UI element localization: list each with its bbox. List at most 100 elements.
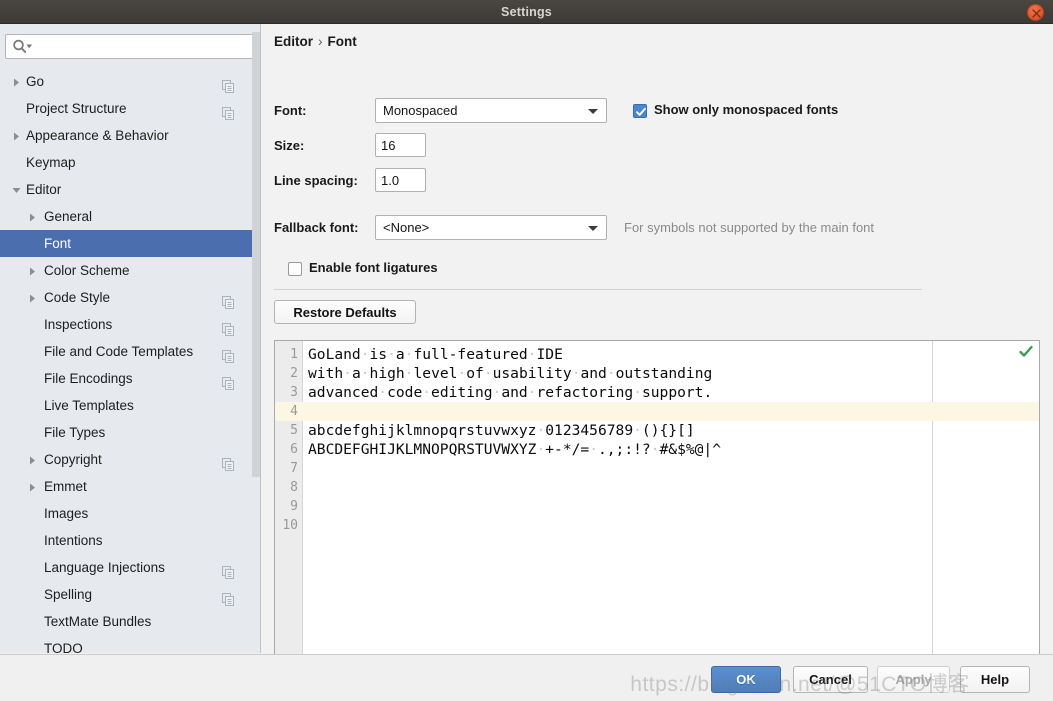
fallback-font-label: Fallback font: — [274, 220, 359, 235]
chevron-right-icon[interactable] — [24, 473, 40, 500]
chevron-right-icon[interactable] — [24, 257, 40, 284]
sidebar-item-label: Keymap — [26, 155, 76, 170]
sidebar-item-spelling[interactable]: Spelling — [0, 581, 253, 608]
chevron-right-icon[interactable] — [24, 446, 40, 473]
sidebar-item-images[interactable]: Images — [0, 500, 253, 527]
chevron-right-icon[interactable] — [24, 284, 40, 311]
font-preview-editor[interactable]: 1 2 3 4 5 6 7 8 9 10 GoLand · is · a · full-featured… — [274, 340, 1040, 668]
line-number: 1 — [290, 347, 298, 362]
module-copy-icon — [222, 372, 235, 390]
caret-row-highlight — [304, 402, 1039, 421]
sidebar-item-label: Color Scheme — [44, 263, 130, 278]
sidebar-item-copyright[interactable]: Copyright — [0, 446, 253, 473]
right-margin-line — [932, 341, 933, 667]
sidebar-item-intentions[interactable]: Intentions — [0, 527, 253, 554]
line-number: 7 — [290, 461, 298, 476]
sidebar-item-label: Copyright — [44, 452, 102, 467]
window-title: Settings — [501, 5, 552, 19]
sidebar-item-color-scheme[interactable]: Color Scheme — [0, 257, 253, 284]
sidebar-item-label: Editor — [26, 182, 62, 197]
editor-code-area[interactable]: GoLand · is · a · full-featured · IDE with · a… — [304, 341, 1039, 667]
sidebar-item-inspections[interactable]: Inspections — [0, 311, 253, 338]
line-number: 4 — [290, 404, 298, 419]
fallback-font-hint: For symbols not supported by the main fo… — [624, 220, 875, 235]
sidebar-scrollbar-thumb[interactable] — [252, 32, 260, 477]
sidebar-item-label: Font — [44, 236, 72, 251]
sidebar-scrollbar-track[interactable] — [252, 24, 260, 653]
sidebar-item-file-and-code-templates[interactable]: File and Code Templates — [0, 338, 253, 365]
sidebar-item-label: Images — [44, 506, 89, 521]
sidebar-item-label: Emmet — [44, 479, 87, 494]
restore-defaults-button[interactable]: Restore Defaults — [274, 300, 416, 324]
sidebar-item-label: Inspections — [44, 317, 113, 332]
sidebar-item-editor[interactable]: Editor — [0, 176, 253, 203]
sidebar-item-label: File Encodings — [44, 371, 133, 386]
module-copy-icon — [222, 75, 235, 93]
line-spacing-input[interactable] — [375, 168, 426, 192]
enable-ligatures-checkbox[interactable] — [288, 262, 302, 276]
module-copy-icon — [222, 345, 235, 363]
settings-window: Go Project Structure Appearance & Behavior… — [0, 24, 1053, 701]
module-copy-icon — [222, 102, 235, 120]
settings-main-panel: Editor › Font Font: Monospaced Show only m… — [262, 24, 1053, 668]
search-input[interactable] — [5, 34, 255, 59]
show-monospaced-label: Show only monospaced fonts — [654, 102, 839, 117]
chevron-right-icon[interactable] — [8, 68, 24, 95]
sidebar-item-font[interactable]: Font — [0, 230, 253, 257]
fallback-font-dropdown[interactable]: <None> — [375, 215, 607, 240]
help-button[interactable]: Help — [960, 666, 1030, 693]
sidebar-item-language-injections[interactable]: Language Injections — [0, 554, 253, 581]
close-glyph — [1032, 9, 1041, 18]
font-family-dropdown[interactable]: Monospaced — [375, 98, 607, 123]
sidebar-item-label: Spelling — [44, 587, 93, 602]
sidebar-item-keymap[interactable]: Keymap — [0, 149, 253, 176]
apply-button[interactable]: Apply — [877, 666, 950, 693]
breadcrumb-parent[interactable]: Editor — [274, 34, 313, 49]
module-copy-icon — [222, 453, 235, 471]
sidebar-item-emmet[interactable]: Emmet — [0, 473, 253, 500]
sidebar-item-label: Go — [26, 74, 45, 89]
font-family-value: Monospaced — [383, 103, 458, 118]
settings-tree: Go Project Structure Appearance & Behavior… — [0, 68, 253, 653]
sidebar-item-label: File Types — [44, 425, 106, 440]
sidebar-item-todo[interactable]: TODO — [0, 635, 253, 653]
sidebar-item-live-templates[interactable]: Live Templates — [0, 392, 253, 419]
chevron-right-icon[interactable] — [8, 122, 24, 149]
section-divider — [274, 289, 922, 290]
fallback-font-value: <None> — [383, 220, 430, 235]
sidebar-item-appearance-behavior[interactable]: Appearance & Behavior — [0, 122, 253, 149]
enable-ligatures-label: Enable font ligatures — [309, 260, 438, 275]
settings-sidebar: Go Project Structure Appearance & Behavior… — [0, 24, 261, 653]
sidebar-item-file-types[interactable]: File Types — [0, 419, 253, 446]
search-field-wrapper — [5, 34, 255, 59]
line-number: 2 — [290, 366, 298, 381]
line-number: 10 — [282, 518, 298, 533]
line-number: 8 — [290, 480, 298, 495]
sidebar-item-code-style[interactable]: Code Style — [0, 284, 253, 311]
breadcrumb-current: Font — [327, 34, 357, 49]
size-input[interactable] — [375, 133, 426, 157]
ok-button[interactable]: OK — [711, 666, 781, 693]
cancel-button[interactable]: Cancel — [793, 666, 868, 693]
check-ok-icon[interactable] — [1019, 345, 1033, 359]
line-number: 5 — [290, 423, 298, 438]
chevron-right-icon[interactable] — [24, 203, 40, 230]
sidebar-item-label: Live Templates — [44, 398, 134, 413]
sidebar-item-label: File and Code Templates — [44, 344, 194, 359]
dialog-button-bar: OK Cancel Apply Help — [0, 654, 1053, 701]
sidebar-item-file-encodings[interactable]: File Encodings — [0, 365, 253, 392]
line-spacing-label: Line spacing: — [274, 173, 358, 188]
sidebar-item-project-structure[interactable]: Project Structure — [0, 95, 253, 122]
sidebar-item-go[interactable]: Go — [0, 68, 253, 95]
checkmark-icon — [636, 107, 646, 116]
show-monospaced-checkbox[interactable] — [633, 104, 647, 118]
chevron-down-icon[interactable] — [8, 176, 24, 203]
line-number: 6 — [290, 442, 298, 457]
module-copy-icon — [222, 318, 235, 336]
preview-code-line: abcdefghijklmnopqrstuvwxyz · 0123456789 ·… — [308, 422, 695, 439]
close-icon[interactable] — [1027, 4, 1044, 21]
sidebar-item-general[interactable]: General — [0, 203, 253, 230]
sidebar-item-textmate-bundles[interactable]: TextMate Bundles — [0, 608, 253, 635]
chevron-down-icon — [588, 109, 598, 114]
editor-gutter: 1 2 3 4 5 6 7 8 9 10 — [275, 341, 304, 667]
